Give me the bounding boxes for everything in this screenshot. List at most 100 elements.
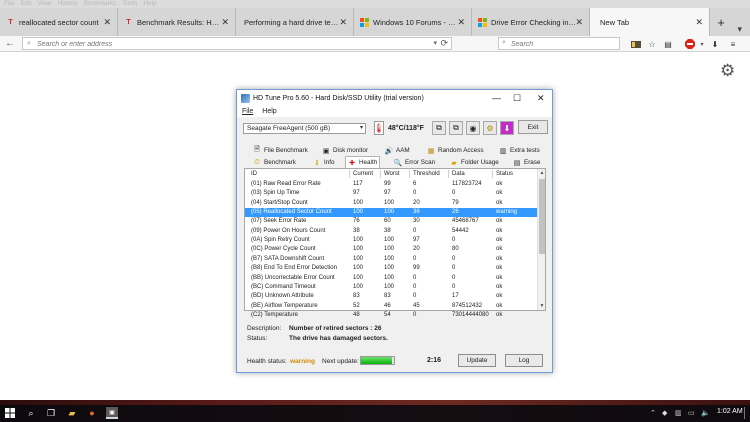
tab-benchmark[interactable]: ⏲ Benchmark (253, 157, 296, 168)
table-row[interactable]: (0A) Spin Retry Count 100 100 97 0 ok (245, 236, 537, 245)
dropdown-icon[interactable]: ▾ (697, 39, 707, 49)
menu-history[interactable]: History (58, 0, 78, 7)
address-bar[interactable]: ⌕ ▾ ⟳ (22, 37, 452, 50)
tab-extra-tests[interactable]: ▥ Extra tests (499, 145, 540, 156)
dropbox-icon[interactable]: ◆ (662, 409, 667, 417)
network-icon[interactable]: ▥ (675, 409, 682, 417)
options-icon[interactable]: ⚙ (483, 121, 497, 135)
history-dropdown-icon[interactable]: ▾ (433, 39, 437, 47)
tab-info[interactable]: ℹ Info (313, 157, 335, 168)
reload-icon[interactable]: ⟳ (440, 38, 448, 49)
hdtune-taskbar-icon[interactable]: ▣ (106, 407, 118, 419)
menu-help[interactable]: Help (143, 0, 156, 7)
copy-text-icon[interactable]: ⧉ (449, 121, 463, 135)
gear-icon[interactable]: ⚙ (720, 61, 735, 81)
menu-file[interactable]: File (4, 0, 14, 7)
new-tab-button[interactable]: + (710, 8, 732, 36)
table-row[interactable]: (01) Raw Read Error Rate 117 99 6 117823724 o… (245, 180, 537, 189)
show-desktop-button[interactable] (744, 407, 746, 419)
browser-tab-active[interactable]: New Tab ✕ (590, 8, 710, 36)
browser-tab[interactable]: Drive Error Checking in Wi... ✕ (472, 8, 590, 36)
window-menu-file[interactable]: File (242, 107, 253, 117)
search-icon[interactable]: ⌕ (25, 407, 37, 419)
minimize-icon[interactable]: — (492, 93, 501, 103)
close-icon[interactable]: ✕ (537, 93, 545, 104)
firefox-icon[interactable]: ● (86, 407, 98, 419)
hamburger-menu-icon[interactable]: ≡ (728, 39, 738, 49)
table-row[interactable]: (BB) Uncorrectable Error Count 100 100 0 0 ok (245, 274, 537, 283)
table-row[interactable]: (B7) SATA Downshift Count 100 100 0 0 ok (245, 255, 537, 264)
column-header-current[interactable]: Current (353, 169, 373, 179)
copy-info-icon[interactable]: ⧉ (432, 121, 446, 135)
table-row[interactable]: (05) Reallocated Sector Count 100 100 36 26 w… (245, 208, 537, 218)
table-row[interactable]: (BD) Unknown Attribute 83 83 0 17 ok (245, 292, 537, 301)
vertical-scrollbar[interactable]: ▲ ▼ (537, 169, 545, 310)
battery-icon[interactable]: ▭ (688, 409, 695, 417)
maximize-icon[interactable]: ☐ (513, 93, 521, 104)
close-tab-icon[interactable]: ✕ (221, 17, 229, 28)
table-row[interactable]: (C2) Temperature 48 54 0 73014444080 ok (245, 311, 537, 320)
screenshot-camera-icon[interactable]: ◉ (466, 121, 480, 135)
task-view-icon[interactable]: ❐ (45, 407, 57, 419)
drive-select[interactable]: Seagate FreeAgent (500 gB) ▾ (243, 123, 366, 134)
close-tab-icon[interactable]: ✕ (339, 17, 347, 28)
menu-edit[interactable]: Edit (20, 0, 31, 7)
close-tab-icon[interactable]: ✕ (457, 17, 465, 28)
table-row[interactable]: (BE) Airflow Temperature 52 46 45 874512432 o… (245, 302, 537, 311)
tab-erase[interactable]: ▤ Erase (513, 157, 541, 168)
tab-folder-usage[interactable]: ▰ Folder Usage (450, 157, 499, 168)
table-row[interactable]: (0C) Power Cycle Count 100 100 20 80 ok (245, 245, 537, 254)
search-bar[interactable]: ⌕ (498, 37, 620, 50)
column-header-data[interactable]: Data (452, 169, 465, 179)
start-windows-icon[interactable] (4, 407, 16, 419)
adblock-icon[interactable] (685, 39, 695, 49)
tab-random-access[interactable]: ▦ Random Access (427, 145, 484, 156)
browser-tab[interactable]: Windows 10 Forums - Sea... ✕ (354, 8, 472, 36)
tab-file-benchmark[interactable]: 🗎 File Benchmark (253, 145, 308, 156)
menu-tools[interactable]: Tools (122, 0, 137, 7)
close-tab-icon[interactable]: ✕ (695, 17, 703, 28)
taskbar-clock[interactable]: 1:02 AM (717, 408, 743, 415)
window-titlebar[interactable]: HD Tune Pro 5.60 - Hard Disk/SSD Utility… (237, 90, 552, 107)
scroll-down-icon[interactable]: ▼ (538, 302, 546, 310)
bookmark-manager-icon[interactable] (631, 39, 641, 49)
window-menu-help[interactable]: Help (262, 107, 276, 117)
scroll-up-icon[interactable]: ▲ (538, 169, 546, 177)
tab-health[interactable]: ✚ Health (345, 156, 381, 168)
update-button[interactable]: Update (458, 354, 496, 367)
browser-tab[interactable]: Performing a hard drive test w... ✕ (236, 8, 354, 36)
table-row[interactable]: (09) Power On Hours Count 38 38 0 54442 ok (245, 227, 537, 236)
download-icon[interactable]: ⬇ (710, 39, 720, 49)
table-row[interactable]: (BC) Command Timeout 100 100 0 0 ok (245, 283, 537, 292)
tab-disk-monitor[interactable]: ▣ Disk monitor (322, 145, 368, 156)
close-tab-icon[interactable]: ✕ (103, 17, 111, 28)
column-header-threshold[interactable]: Threshold (413, 169, 440, 179)
tab-error-scan[interactable]: 🔍 Error Scan (394, 157, 435, 168)
column-header-worst[interactable]: Worst (384, 169, 400, 179)
address-input[interactable] (37, 39, 427, 49)
library-icon[interactable]: ▤ (663, 39, 673, 49)
list-all-tabs-icon[interactable]: ▾ (737, 24, 742, 35)
scrollbar-thumb[interactable] (539, 179, 545, 254)
back-arrow-icon[interactable]: ← (5, 38, 15, 49)
bookmark-star-icon[interactable]: ☆ (647, 39, 657, 49)
browser-tab[interactable]: T Benchmark Results: HD T... ✕ (118, 8, 236, 36)
search-input[interactable] (511, 39, 611, 49)
save-icon[interactable]: ⬇ (500, 121, 514, 135)
table-row[interactable]: (04) Start/Stop Count 100 100 20 79 ok (245, 199, 537, 208)
menu-view[interactable]: View (38, 0, 52, 7)
column-header-status[interactable]: Status (496, 169, 513, 179)
volume-icon[interactable]: 🔈 (701, 409, 710, 417)
table-row[interactable]: (03) Spin Up Time 97 97 0 0 ok (245, 189, 537, 198)
close-tab-icon[interactable]: ✕ (575, 17, 583, 28)
file-explorer-icon[interactable]: ▰ (66, 407, 78, 419)
show-hidden-icons-icon[interactable]: ⌃ (650, 409, 656, 417)
tab-aam[interactable]: 🔊 AAM (385, 145, 410, 156)
exit-button[interactable]: Exit (518, 120, 548, 134)
table-row[interactable]: (B8) End To End Error Detection 100 100 99 0… (245, 264, 537, 273)
log-button[interactable]: Log (505, 354, 543, 367)
table-row[interactable]: (07) Seek Error Rate 76 60 30 45468767 ok (245, 217, 537, 226)
column-header-id[interactable]: ID (251, 169, 257, 179)
browser-tab[interactable]: T reallocated sector count ✕ (0, 8, 118, 36)
menu-bookmarks[interactable]: Bookmarks (84, 0, 117, 7)
